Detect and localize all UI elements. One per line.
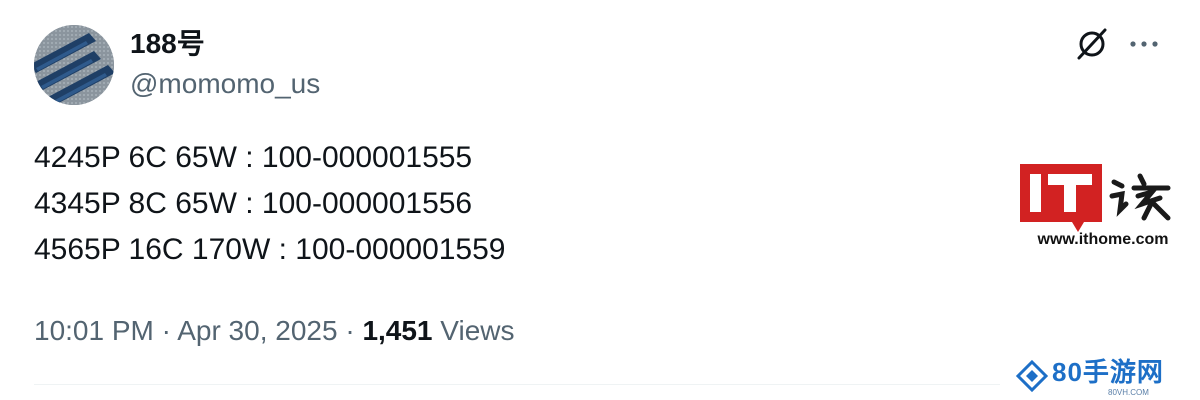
divider bbox=[34, 384, 1000, 385]
game-site-logo bbox=[1015, 359, 1049, 393]
tweet-time[interactable]: 10:01 PM bbox=[34, 315, 154, 346]
more-icon bbox=[1130, 41, 1158, 47]
views-count[interactable]: 1,451 bbox=[362, 315, 432, 346]
tweet-date[interactable]: Apr 30, 2025 bbox=[177, 315, 337, 346]
tweet-line: 4565P 16C 170W : 100-000001559 bbox=[34, 233, 506, 266]
meta-separator: · bbox=[345, 315, 355, 346]
tweet-meta: 10:01 PM · Apr 30, 2025 · 1,451 Views bbox=[34, 313, 514, 349]
tweet-line: 4345P 8C 65W : 100-000001556 bbox=[34, 187, 473, 220]
avatar-image bbox=[34, 25, 114, 105]
avatar[interactable] bbox=[34, 25, 114, 105]
ithome-url: www.ithome.com bbox=[1037, 231, 1169, 248]
more-options-button[interactable] bbox=[1124, 24, 1164, 64]
game-site-name: 80手游网 bbox=[1052, 357, 1164, 387]
user-handle[interactable]: @momomo_us bbox=[130, 68, 320, 100]
views-label[interactable]: Views bbox=[440, 315, 514, 346]
grok-button[interactable] bbox=[1072, 24, 1112, 64]
meta-separator: · bbox=[161, 315, 171, 346]
tweet-text: 4245P 6C 65W : 100-000001555 4345P 8C 65… bbox=[34, 135, 934, 273]
tweet-line: 4245P 6C 65W : 100-000001555 bbox=[34, 141, 473, 174]
game-site-url: 80VH.COM bbox=[1108, 388, 1149, 397]
display-name[interactable]: 188号 bbox=[130, 28, 205, 60]
grok-icon bbox=[1077, 28, 1107, 60]
